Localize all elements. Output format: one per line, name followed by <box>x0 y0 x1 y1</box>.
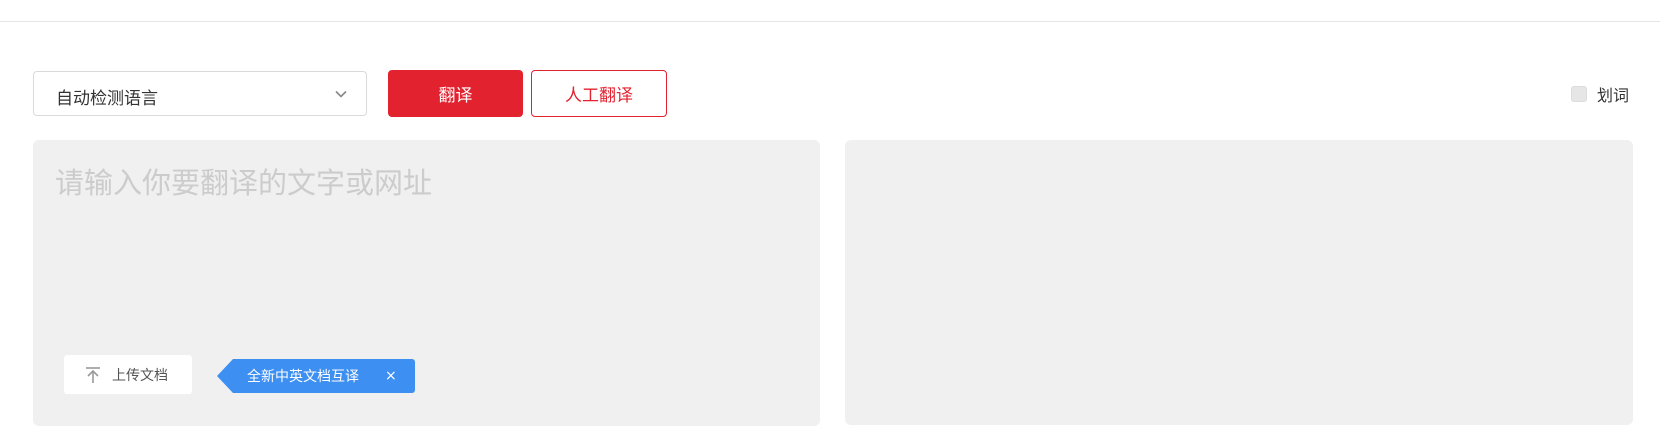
promo-tag-body[interactable]: 全新中英文档互译 × <box>233 359 415 393</box>
chevron-down-icon <box>335 90 347 98</box>
promo-tag-arrow <box>217 359 233 393</box>
human-translate-button[interactable]: 人工翻译 <box>531 70 667 117</box>
source-text-input[interactable] <box>55 160 795 310</box>
upload-document-button[interactable]: 上传文档 <box>64 355 192 394</box>
language-select[interactable]: 自动检测语言 <box>33 71 367 116</box>
source-panel: 上传文档 全新中英文档互译 × <box>33 140 820 426</box>
translate-button[interactable]: 翻译 <box>388 70 523 117</box>
word-select-label: 划词 <box>1597 86 1630 105</box>
target-panel <box>845 140 1633 425</box>
word-select-toggle[interactable]: 划词 <box>1571 82 1629 106</box>
word-select-checkbox[interactable] <box>1571 86 1587 102</box>
language-select-value: 自动检测语言 <box>56 89 158 109</box>
upload-document-label: 上传文档 <box>112 367 168 384</box>
translate-page: 自动检测语言 翻译 人工翻译 划词 上传文档 全新中英文档互译 × <box>0 0 1660 447</box>
promo-tag-text: 全新中英文档互译 <box>247 369 359 385</box>
upload-icon <box>86 366 100 383</box>
top-divider <box>0 21 1660 22</box>
promo-tag[interactable]: 全新中英文档互译 × <box>217 359 415 393</box>
close-icon[interactable]: × <box>385 368 397 384</box>
